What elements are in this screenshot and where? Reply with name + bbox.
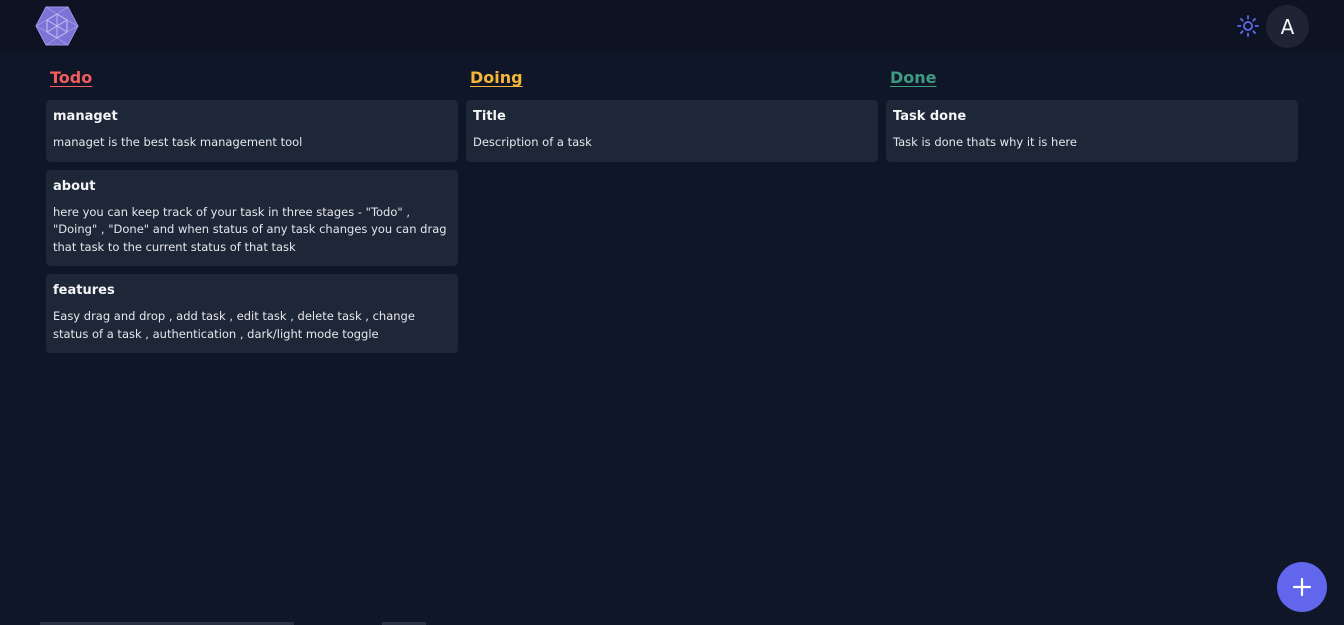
- task-card[interactable]: Title Description of a task: [466, 100, 878, 162]
- task-description: Description of a task: [473, 135, 592, 149]
- top-bar: A: [0, 0, 1344, 52]
- column-title-done: Done: [890, 68, 937, 87]
- task-title: managet: [53, 109, 118, 124]
- column-doing: Doing Title Description of a task: [466, 66, 878, 170]
- sun-icon[interactable]: [1236, 14, 1260, 38]
- task-description: here you can keep track of your task in …: [53, 204, 447, 254]
- task-description: managet is the best task management tool: [53, 135, 303, 149]
- column-done: Done Task done Task is done thats why it…: [886, 66, 1298, 170]
- avatar[interactable]: A: [1266, 5, 1309, 48]
- plus-icon: [1292, 577, 1312, 597]
- task-title: features: [53, 283, 115, 298]
- logo-icon[interactable]: [35, 6, 79, 46]
- column-title-todo: Todo: [50, 68, 93, 87]
- task-title: Title: [473, 109, 506, 124]
- task-card[interactable]: Task done Task is done thats why it is h…: [886, 100, 1298, 162]
- task-card[interactable]: about here you can keep track of your ta…: [46, 169, 458, 266]
- column-todo: Todo managet managet is the best task ma…: [46, 66, 458, 361]
- task-description: Task is done thats why it is here: [893, 135, 1077, 149]
- task-card[interactable]: features Easy drag and drop , add task ,…: [46, 274, 458, 353]
- task-description: Easy drag and drop , add task , edit tas…: [53, 309, 415, 341]
- column-title-doing: Doing: [470, 68, 523, 87]
- add-task-button[interactable]: [1277, 562, 1327, 612]
- task-title: about: [53, 178, 96, 194]
- avatar-initial: A: [1280, 14, 1295, 39]
- task-card[interactable]: managet managet is the best task managem…: [46, 100, 458, 162]
- task-title: Task done: [893, 109, 967, 124]
